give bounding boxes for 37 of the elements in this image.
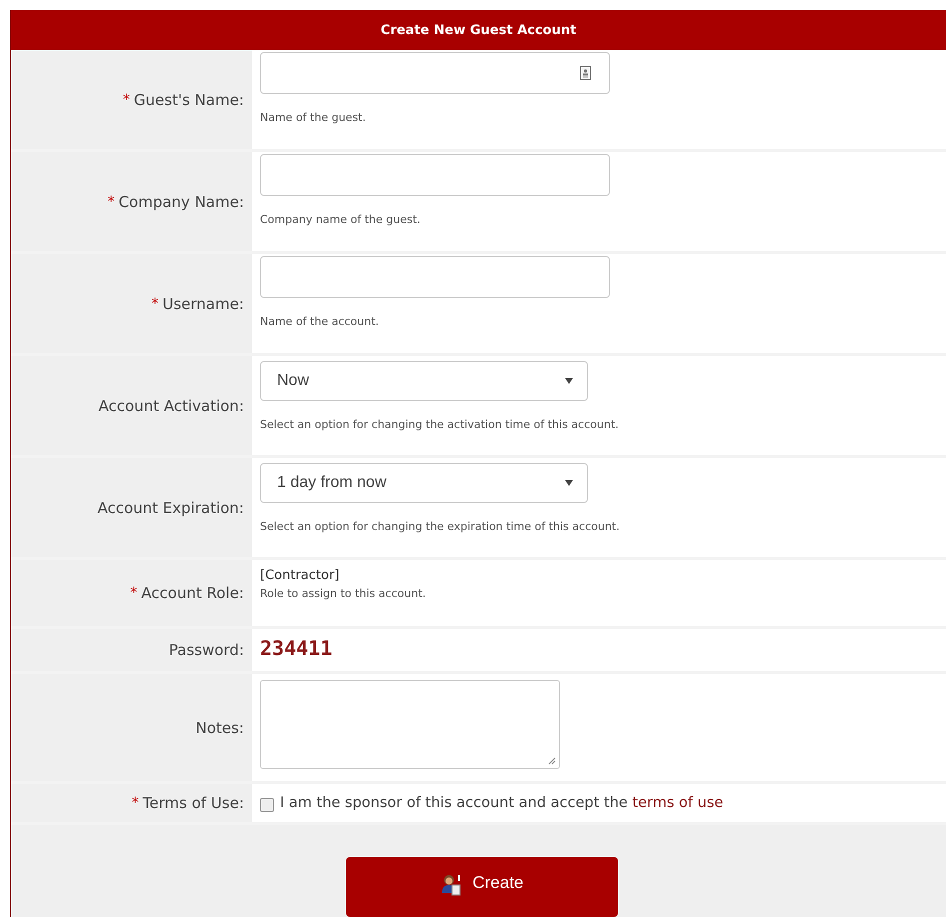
required-mark: * xyxy=(151,296,158,312)
field-hint: Select an option for changing the activation time of this account. xyxy=(260,418,620,431)
required-mark: * xyxy=(122,92,130,108)
required-mark: * xyxy=(132,795,139,811)
resize-grip-icon[interactable] xyxy=(548,757,556,765)
contact-card-icon[interactable] xyxy=(580,66,591,80)
field-label: Company Name: xyxy=(118,192,244,210)
field-label: Account Role: xyxy=(141,584,244,602)
field-label: Username: xyxy=(162,294,244,312)
field-label: Notes: xyxy=(196,718,244,736)
required-mark: * xyxy=(108,194,115,210)
field-hint: Name of the guest. xyxy=(260,111,367,124)
field-hint: Name of the account. xyxy=(260,315,380,328)
dropdown[interactable]: Now xyxy=(260,361,588,401)
field-label: Password: xyxy=(168,641,244,659)
create-button[interactable]: Create xyxy=(346,857,618,917)
terms-sentence: I am the sponsor of this account and accept the terms of use xyxy=(280,795,724,811)
notes-field[interactable] xyxy=(260,680,560,769)
role-value: [Contractor] xyxy=(260,568,340,583)
input-field[interactable] xyxy=(260,154,610,196)
checkbox[interactable] xyxy=(260,798,274,812)
terms-link[interactable]: terms of use xyxy=(632,795,724,811)
field-hint: Select an option for changing the expiration time of this account. xyxy=(260,520,621,533)
field-hint: Role to assign to this account. xyxy=(260,587,427,600)
field-label: Account Expiration: xyxy=(97,498,244,516)
caret-icon xyxy=(565,480,573,486)
field-label: Guest's Name: xyxy=(134,90,244,108)
caret-icon xyxy=(565,378,573,384)
form-title: Create New Guest Account xyxy=(380,22,576,38)
field-label: Terms of Use: xyxy=(142,794,244,812)
input-field[interactable] xyxy=(260,256,610,298)
field-hint: Company name of the guest. xyxy=(260,213,422,226)
input-field[interactable] xyxy=(260,52,610,94)
required-mark: * xyxy=(130,585,138,601)
field-label: Account Activation: xyxy=(98,396,244,414)
dropdown[interactable]: 1 day from now xyxy=(260,463,588,503)
password-value: 234411 xyxy=(260,636,334,660)
